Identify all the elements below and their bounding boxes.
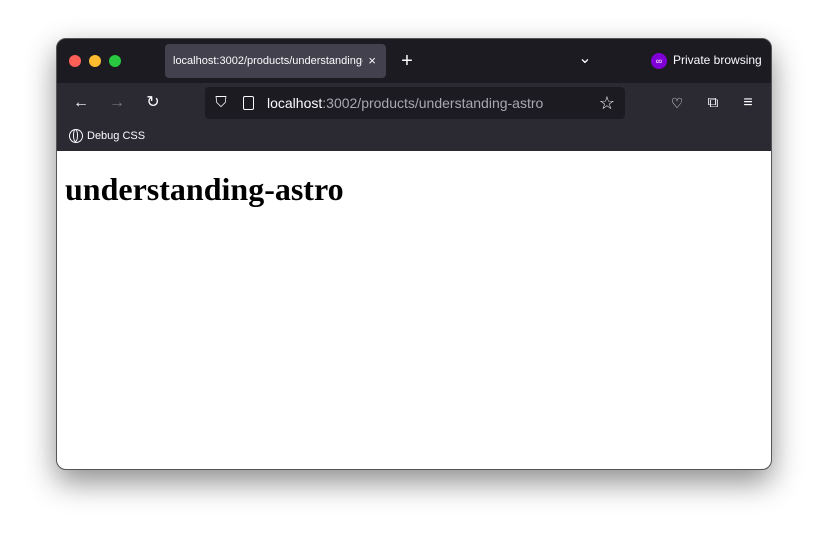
navigation-toolbar: ← → ↻ ⛉ localhost:3002/products/understa… bbox=[57, 83, 771, 123]
bookmark-star-icon[interactable]: ☆ bbox=[597, 93, 617, 113]
tab-close-icon[interactable]: × bbox=[368, 44, 376, 78]
url-host: localhost bbox=[267, 95, 323, 111]
browser-window: localhost:3002/products/understanding-as… bbox=[56, 38, 772, 470]
url-text[interactable]: localhost:3002/products/understanding-as… bbox=[267, 95, 543, 111]
url-bar[interactable]: ⛉ localhost:3002/products/understanding-… bbox=[205, 87, 625, 119]
page-content: understanding-astro bbox=[57, 151, 771, 469]
menu-hamburger-icon[interactable]: ≡ bbox=[738, 93, 758, 113]
tab-list-chevron-down-icon[interactable]: ⌄ bbox=[575, 49, 595, 69]
tab-title: localhost:3002/products/understanding-as… bbox=[173, 55, 363, 67]
url-path: :3002/products/understanding-astro bbox=[322, 95, 544, 111]
bookmark-label: Debug CSS bbox=[87, 130, 146, 142]
page-heading: understanding-astro bbox=[65, 171, 344, 207]
private-browsing-mask-icon: ∞ bbox=[651, 53, 667, 69]
back-button[interactable]: ← bbox=[71, 93, 91, 113]
new-tab-button[interactable]: + bbox=[397, 51, 417, 71]
minimize-window-button[interactable] bbox=[89, 55, 101, 67]
globe-icon bbox=[69, 129, 83, 143]
close-window-button[interactable] bbox=[69, 55, 81, 67]
shield-icon[interactable]: ⛉ bbox=[211, 93, 231, 113]
tab-strip: localhost:3002/products/understanding-as… bbox=[57, 39, 771, 83]
extensions-puzzle-icon[interactable]: ⧉ bbox=[703, 93, 723, 113]
forward-button[interactable]: → bbox=[107, 93, 127, 113]
page-icon bbox=[243, 96, 254, 110]
maximize-window-button[interactable] bbox=[109, 55, 121, 67]
private-browsing-label: Private browsing bbox=[673, 53, 762, 67]
bookmarks-toolbar: Debug CSS bbox=[57, 123, 771, 151]
tab-active[interactable]: localhost:3002/products/understanding-as… bbox=[165, 44, 386, 78]
pocket-icon[interactable]: ♡ bbox=[667, 93, 687, 113]
reload-button[interactable]: ↻ bbox=[143, 93, 163, 113]
bookmark-debug-css[interactable]: Debug CSS bbox=[69, 129, 145, 143]
